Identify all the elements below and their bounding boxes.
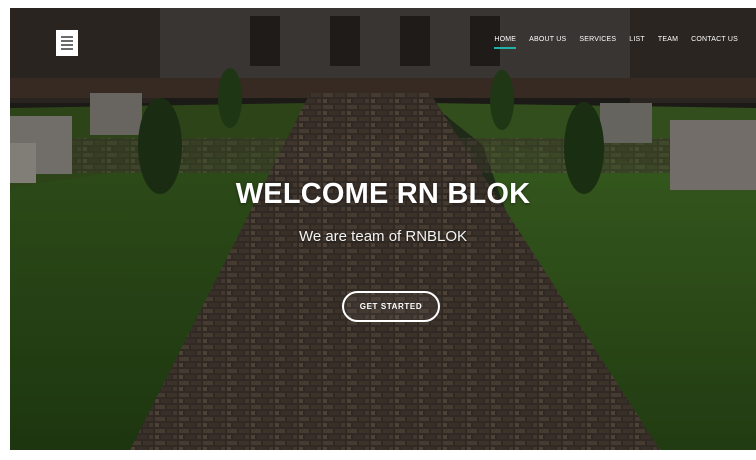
nav-item-contact-us[interactable]: CONTACT US (691, 36, 738, 49)
nav-menu: HOME ABOUT US SERVICES LIST TEAM CONTACT… (494, 36, 738, 49)
building-logo-icon (61, 36, 73, 50)
nav-item-about-us[interactable]: ABOUT US (529, 36, 566, 49)
hero-title: WELCOME RN BLOK (235, 178, 531, 210)
hero-section: HOME ABOUT US SERVICES LIST TEAM CONTACT… (10, 8, 756, 450)
get-started-button[interactable]: GET STARTED (342, 291, 440, 322)
top-navigation: HOME ABOUT US SERVICES LIST TEAM CONTACT… (10, 8, 756, 74)
nav-item-list[interactable]: LIST (629, 36, 645, 49)
nav-item-services[interactable]: SERVICES (579, 36, 616, 49)
site-logo[interactable] (56, 30, 78, 56)
nav-item-home[interactable]: HOME (494, 36, 516, 49)
nav-item-team[interactable]: TEAM (658, 36, 678, 49)
page: HOME ABOUT US SERVICES LIST TEAM CONTACT… (0, 0, 756, 460)
hero-subtitle: We are team of RNBLOK (298, 228, 468, 245)
